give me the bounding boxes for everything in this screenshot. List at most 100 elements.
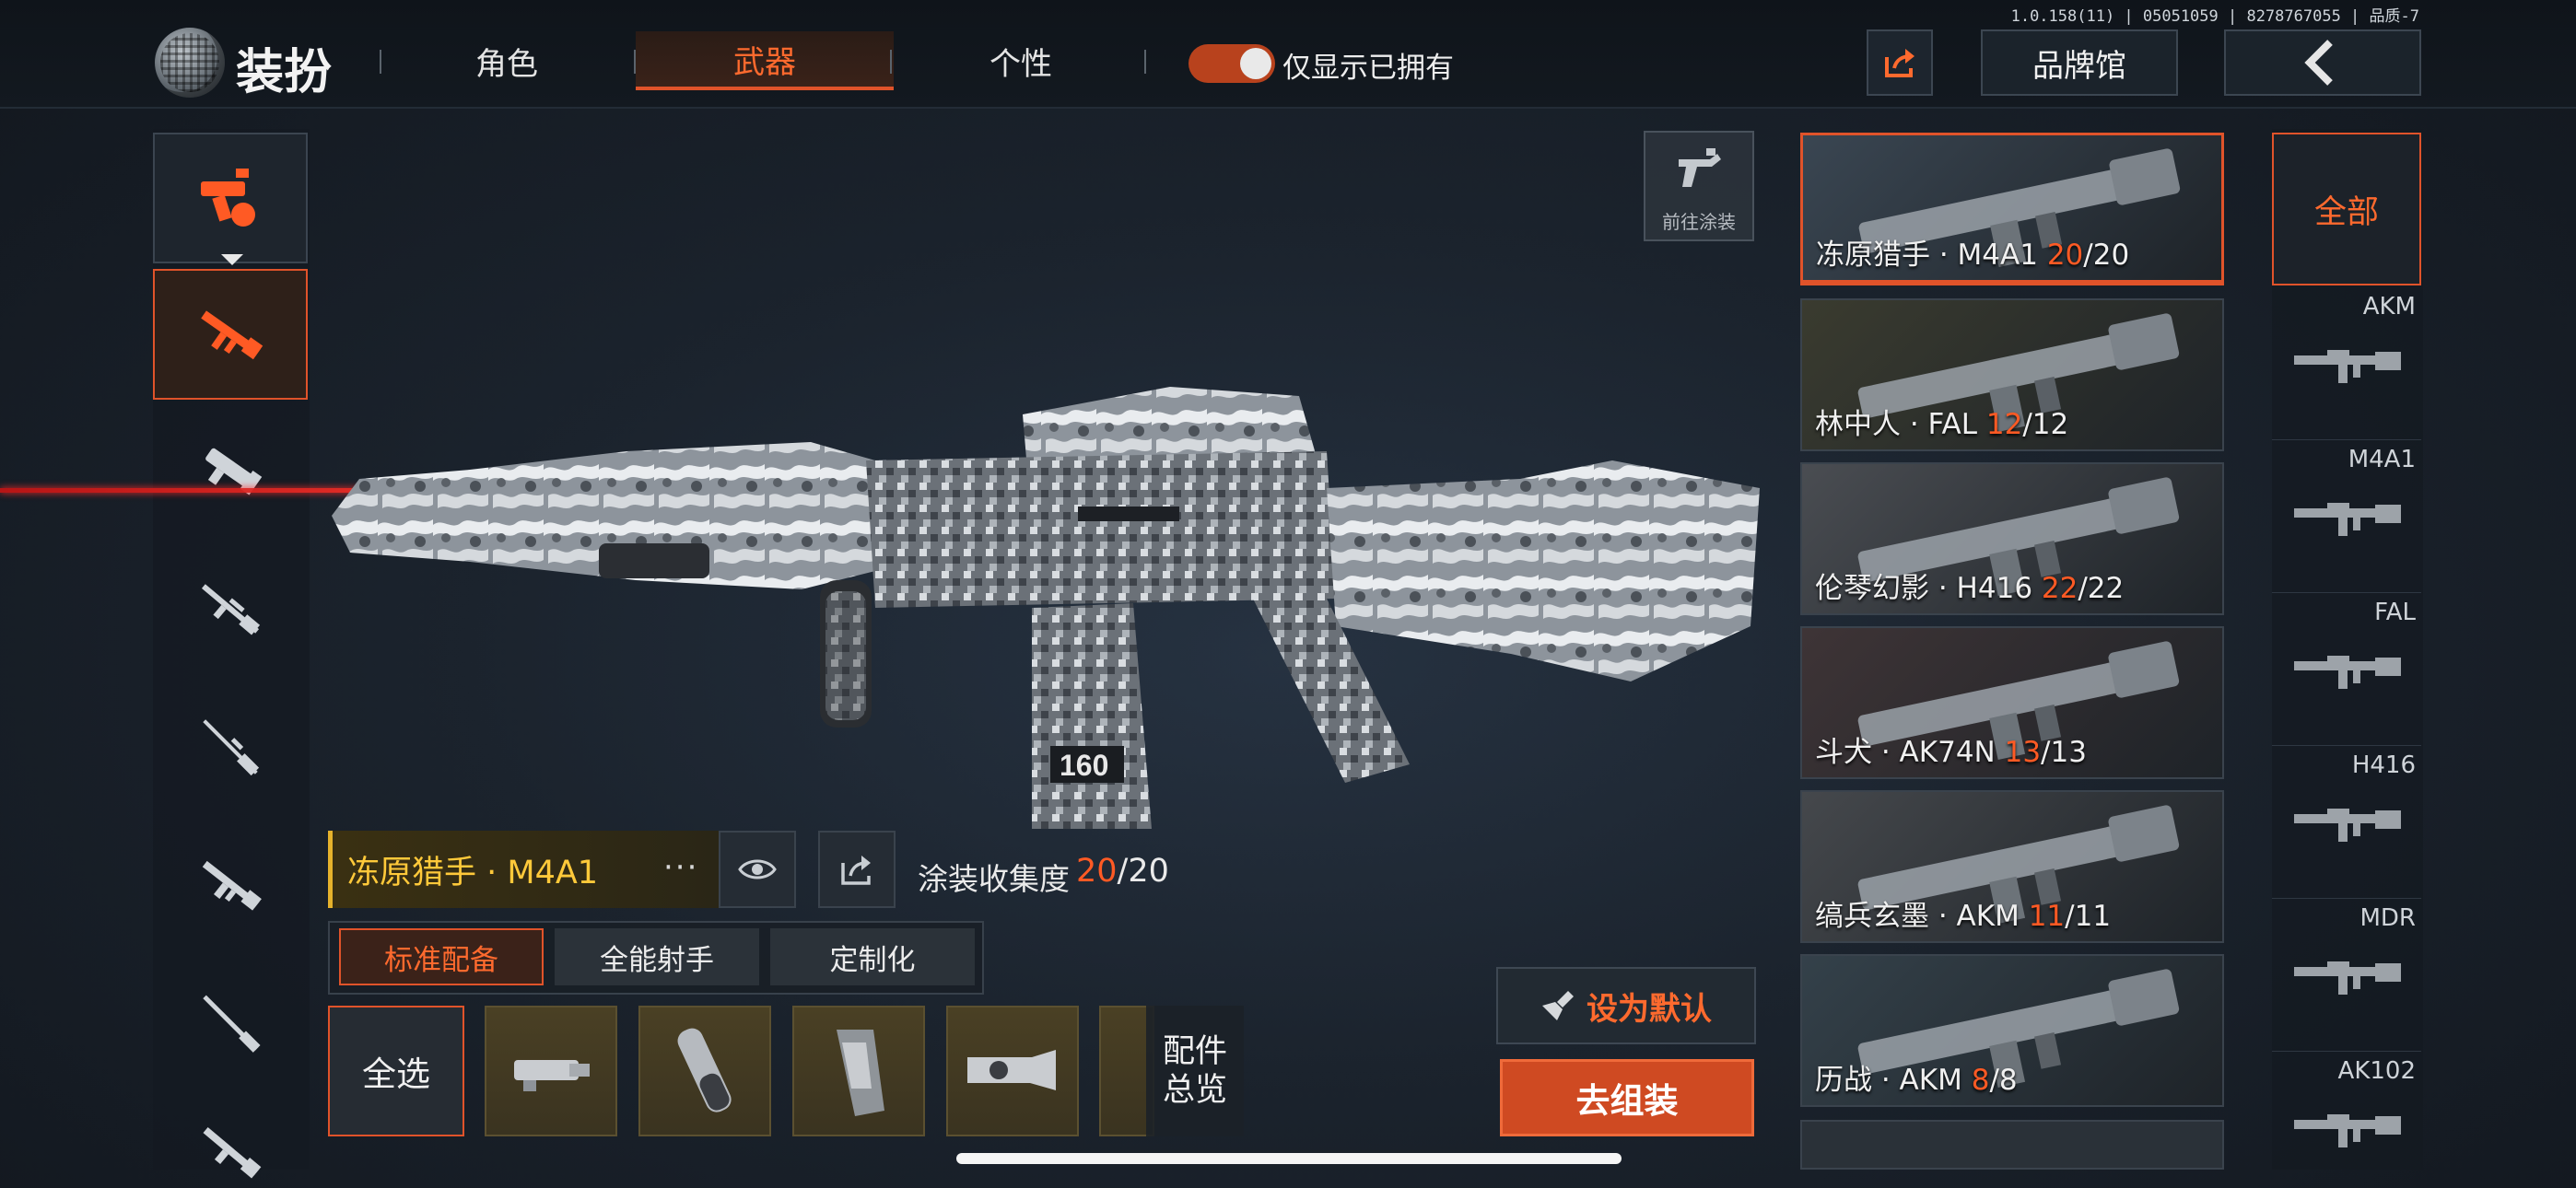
owned-only-label: 仅显示已拥有 [1282, 52, 1454, 85]
skin-label: 缟兵玄墨 · AKM 11/11 [1815, 892, 2111, 934]
back-arrow-icon [2304, 40, 2333, 86]
skin-card[interactable]: 冻原猎手 · M4A1 20/20 [1800, 133, 2224, 285]
tab-personality[interactable]: 个性 [892, 31, 1150, 90]
preview-button[interactable] [719, 831, 796, 908]
filter-weapon-name: H416 [2351, 751, 2416, 779]
set-default-label: 设为默认 [1587, 990, 1712, 1028]
marksman-rifle-icon [201, 584, 261, 635]
filter-all[interactable]: 全部 [2272, 133, 2421, 285]
skin-total-count: /22 [2078, 572, 2125, 605]
foregrip-part-icon [677, 1028, 732, 1112]
filter-item[interactable]: AK102 [2272, 1052, 2421, 1188]
skin-owned-count: 11 [2028, 900, 2066, 933]
tab-weapon[interactable]: 武器 [636, 31, 894, 90]
rifle-icon [202, 860, 262, 911]
tab-character[interactable]: 角色 [378, 31, 636, 90]
share-icon [841, 856, 871, 885]
owned-only-toggle[interactable] [1188, 44, 1275, 83]
filter-item[interactable]: MDR [2272, 899, 2421, 1052]
skin-name: 冻原猎手 · M4A1 [1816, 239, 2047, 272]
skin-owned-count: 8 [1971, 1064, 1990, 1097]
skin-label: 林中人 · FAL 12/12 [1815, 401, 2068, 442]
skin-name: 伦琴幻影 · H416 [1815, 572, 2042, 605]
skin-card[interactable]: 林中人 · FAL 12/12 [1800, 298, 2224, 451]
skin-owned-count: 22 [2041, 572, 2078, 605]
set-default-button[interactable]: 设为默认 [1496, 967, 1756, 1044]
skin-card[interactable]: 历战 · AKM 8/8 [1800, 954, 2224, 1107]
parts-overview-button[interactable]: 配件 总览 [1146, 1006, 1244, 1136]
category-marksman[interactable] [153, 543, 308, 674]
skin-name: 缟兵玄墨 · AKM [1815, 900, 2029, 933]
category-smg[interactable] [153, 405, 308, 536]
skin-owned-count: 13 [2004, 736, 2042, 769]
rifle-silhouette-icon [2294, 809, 2401, 842]
rifle-silhouette-icon [2294, 1114, 2401, 1147]
page-title: 装扮 [236, 45, 333, 100]
category-caret-icon [221, 254, 243, 265]
weapon-name: 冻原猎手 · M4A1 [347, 854, 599, 891]
rifle-silhouette-icon [2294, 656, 2401, 689]
skin-label: 历战 · AKM 8/8 [1815, 1056, 2018, 1098]
part-slot-grip[interactable] [792, 1006, 925, 1136]
parts-overview-line1: 配件 [1162, 1033, 1227, 1070]
back-button[interactable] [2224, 29, 2421, 96]
shotgun-icon [203, 995, 261, 1053]
version-info: 1.0.158(11) | 05051059 | 8278767055 | 品质… [2010, 7, 2419, 26]
filter-item[interactable]: M4A1 [2272, 440, 2421, 593]
skin-total-count: /8 [1989, 1064, 2018, 1097]
category-sniper[interactable] [153, 681, 308, 812]
weapon-model: 160 [332, 387, 1760, 829]
category-assault-rifle[interactable] [153, 269, 308, 400]
collection-label: 涂装收集度 [918, 861, 1070, 897]
skin-card[interactable]: 伦琴幻影 · H416 22/22 [1800, 462, 2224, 615]
rifle-silhouette-icon [2294, 961, 2401, 995]
preset-standard[interactable]: 标准配备 [339, 928, 544, 985]
more-options-button[interactable]: ··· [663, 849, 698, 886]
svg-text:160: 160 [1060, 749, 1108, 782]
part-slot-foregrip[interactable] [638, 1006, 771, 1136]
category-all-weapons[interactable] [153, 133, 308, 263]
collection-count: 20 [1076, 853, 1118, 890]
collection-total: /20 [1117, 853, 1169, 890]
divider [1144, 50, 1146, 74]
skin-label: 伦琴幻影 · H416 22/22 [1815, 565, 2124, 606]
filter-weapon-name: AK102 [2337, 1057, 2416, 1085]
category-rifle[interactable] [153, 820, 308, 950]
assemble-button[interactable]: 去组装 [1500, 1059, 1754, 1136]
preset-allround[interactable]: 全能射手 [555, 928, 759, 985]
collection-progress: 20/20 [1076, 853, 1169, 890]
part-slot-sight[interactable] [485, 1006, 617, 1136]
smg-icon [205, 448, 263, 495]
skin-total-count: /12 [2022, 408, 2069, 441]
skin-card[interactable]: 斗犬 · AK74N 13/13 [1800, 626, 2224, 779]
category-shotgun[interactable] [153, 958, 308, 1089]
filter-weapon-name: M4A1 [2348, 446, 2416, 473]
part-slot-stock[interactable] [946, 1006, 1079, 1136]
filter-weapon-name: AKM [2362, 293, 2416, 320]
filter-item[interactable]: FAL [2272, 593, 2421, 746]
grip-part-icon [837, 1030, 884, 1116]
skin-card[interactable]: 缟兵玄墨 · AKM 11/11 [1800, 790, 2224, 943]
goto-paint-button[interactable]: 前往涂装 [1644, 131, 1754, 241]
skin-total-count: /20 [2083, 239, 2130, 272]
spray-gun-icon [1679, 148, 1721, 187]
weapon-share-button[interactable] [818, 831, 896, 908]
share-button[interactable] [1867, 29, 1933, 96]
assault-rifle-icon [201, 310, 263, 360]
rifle-silhouette-icon [2294, 350, 2401, 383]
category-lmg[interactable] [153, 1087, 308, 1188]
broom-icon [1542, 991, 1574, 1020]
skin-name: 斗犬 · AK74N [1815, 736, 2005, 769]
filter-item[interactable]: H416 [2272, 746, 2421, 899]
skin-owned-count: 12 [1985, 408, 2023, 441]
stock-part-icon [967, 1050, 1056, 1090]
rifle-silhouette-icon [2294, 503, 2401, 536]
select-all-button[interactable]: 全选 [328, 1006, 464, 1136]
skin-label: 冻原猎手 · M4A1 20/20 [1816, 231, 2129, 273]
skin-card-partial[interactable] [1800, 1120, 2224, 1170]
filter-item[interactable]: AKM [2272, 287, 2421, 440]
preset-custom[interactable]: 定制化 [770, 928, 975, 985]
brand-hall-button[interactable]: 品牌馆 [1981, 29, 2178, 96]
skin-label: 斗犬 · AK74N 13/13 [1815, 728, 2087, 770]
weapon-category-icon [201, 169, 255, 227]
